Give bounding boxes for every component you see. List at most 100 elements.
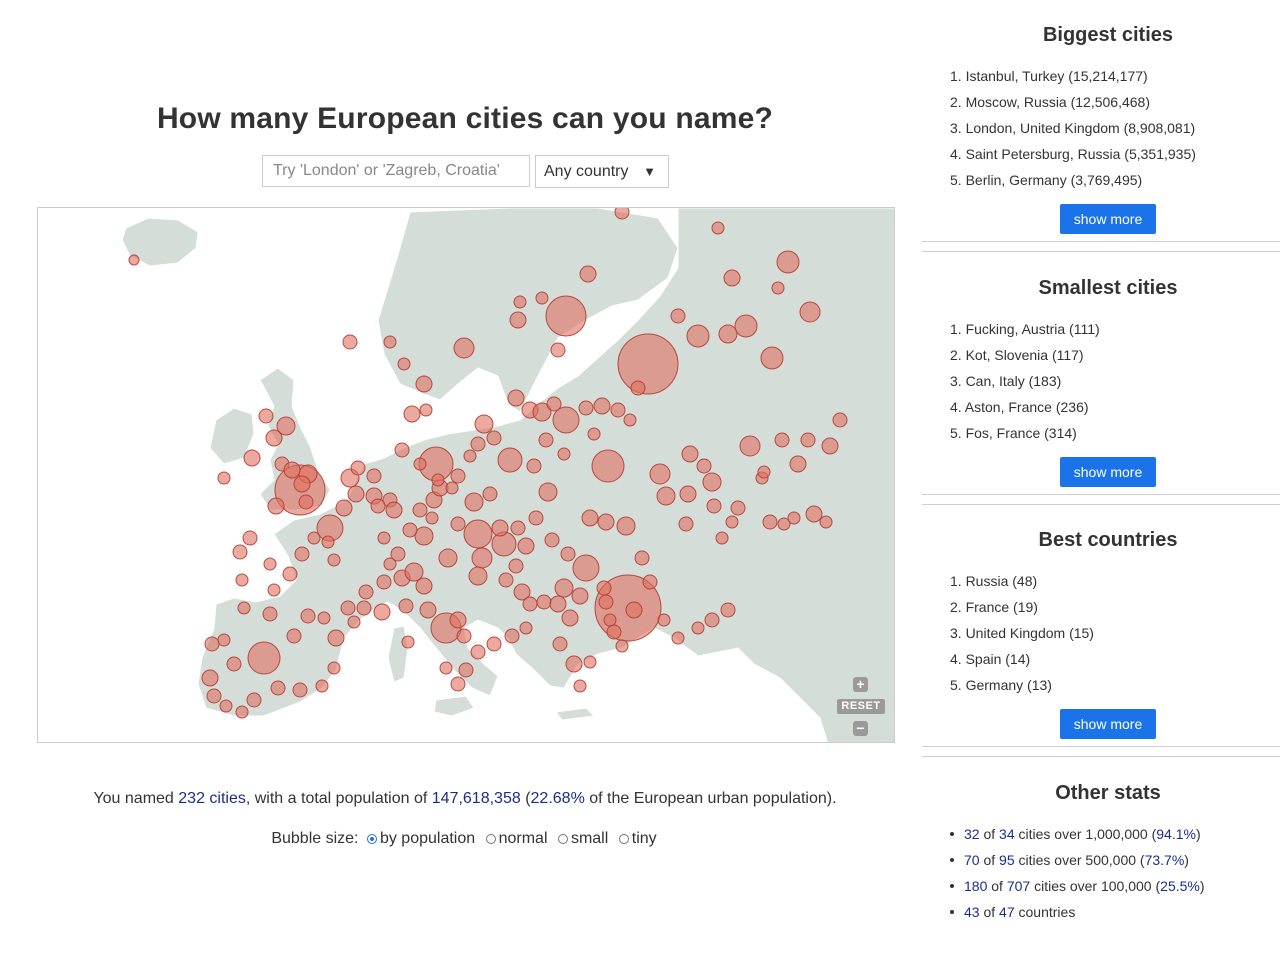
city-bubble[interactable] — [800, 432, 816, 448]
city-bubble[interactable] — [471, 547, 493, 569]
city-bubble[interactable] — [799, 301, 821, 323]
city-bubble[interactable] — [419, 403, 433, 417]
city-bubble[interactable] — [347, 615, 361, 629]
city-bubble[interactable] — [561, 609, 579, 627]
city-bubble[interactable] — [358, 584, 374, 600]
city-bubble[interactable] — [482, 486, 498, 502]
city-bubble[interactable] — [734, 314, 758, 338]
city-bubble[interactable] — [686, 324, 710, 348]
city-bubble[interactable] — [491, 531, 517, 557]
city-bubble[interactable] — [538, 432, 554, 448]
city-bubble[interactable] — [615, 639, 629, 653]
city-bubble[interactable] — [486, 636, 502, 652]
city-bubble[interactable] — [517, 537, 535, 555]
city-bubble[interactable] — [470, 644, 486, 660]
city-bubble[interactable] — [787, 511, 801, 525]
city-bubble[interactable] — [247, 641, 281, 675]
city-bubble[interactable] — [757, 465, 771, 479]
city-bubble[interactable] — [596, 580, 612, 596]
city-bubble[interactable] — [402, 522, 418, 538]
city-bubble[interactable] — [263, 557, 277, 571]
city-bubble[interactable] — [394, 442, 410, 458]
radio-tiny[interactable] — [618, 834, 629, 844]
city-bubble[interactable] — [413, 457, 427, 471]
city-bubble[interactable] — [258, 408, 274, 424]
city-bubble[interactable] — [204, 636, 220, 652]
city-bubble[interactable] — [347, 485, 365, 503]
city-bubble[interactable] — [282, 566, 298, 582]
city-bubble[interactable] — [642, 574, 658, 590]
zoom-in-button[interactable]: + — [853, 677, 868, 692]
city-bubble[interactable] — [715, 531, 729, 545]
europe-map[interactable]: + RESET − — [37, 207, 895, 743]
city-bubble[interactable] — [286, 628, 302, 644]
city-bubble[interactable] — [342, 334, 358, 350]
city-bubble[interactable] — [535, 291, 549, 305]
city-bubble[interactable] — [350, 460, 366, 476]
city-bubble[interactable] — [507, 389, 525, 407]
city-bubble[interactable] — [583, 655, 597, 669]
city-bubble[interactable] — [415, 577, 433, 595]
city-bubble[interactable] — [591, 449, 625, 483]
city-bubble[interactable] — [579, 265, 597, 283]
city-bubble[interactable] — [593, 397, 611, 415]
city-bubble[interactable] — [450, 676, 466, 692]
city-bubble[interactable] — [509, 311, 527, 329]
city-bubble[interactable] — [498, 572, 514, 588]
city-bubble[interactable] — [464, 492, 484, 512]
city-bubble[interactable] — [246, 692, 262, 708]
city-bubble[interactable] — [538, 482, 558, 502]
city-bubble[interactable] — [760, 346, 784, 370]
city-bubble[interactable] — [711, 221, 725, 235]
show-more-biggest-button[interactable]: show more — [1060, 204, 1156, 234]
city-bubble[interactable] — [235, 573, 249, 587]
city-bubble[interactable] — [267, 583, 281, 597]
city-bubble[interactable] — [219, 699, 233, 713]
city-bubble[interactable] — [671, 631, 685, 645]
city-bubble[interactable] — [217, 633, 231, 647]
city-bubble[interactable] — [526, 458, 542, 474]
city-bubble[interactable] — [832, 412, 848, 428]
city-bubble[interactable] — [554, 578, 574, 598]
city-bubble[interactable] — [805, 505, 823, 523]
city-bubble[interactable] — [217, 471, 231, 485]
city-bubble[interactable] — [510, 520, 526, 536]
city-bubble[interactable] — [560, 546, 576, 562]
city-bubble[interactable] — [366, 468, 382, 484]
city-bubble[interactable] — [237, 601, 251, 615]
city-bubble[interactable] — [453, 337, 475, 359]
city-bubble[interactable] — [327, 553, 341, 567]
city-bubble[interactable] — [771, 281, 785, 295]
city-bubble[interactable] — [415, 375, 433, 393]
city-bubble[interactable] — [610, 402, 626, 418]
city-bubble[interactable] — [656, 486, 676, 506]
city-bubble[interactable] — [776, 250, 800, 274]
city-bubble[interactable] — [819, 515, 833, 529]
city-bubble[interactable] — [327, 661, 341, 675]
city-bubble[interactable] — [571, 587, 589, 605]
city-bubble[interactable] — [463, 519, 493, 549]
city-bubble[interactable] — [376, 574, 392, 590]
city-bubble[interactable] — [614, 208, 630, 220]
city-bubble[interactable] — [549, 595, 567, 613]
city-bubble[interactable] — [657, 613, 671, 627]
city-bubble[interactable] — [691, 621, 705, 635]
city-bubble[interactable] — [706, 498, 722, 514]
city-bubble[interactable] — [425, 511, 439, 525]
radio-label-by-population[interactable]: by population — [380, 830, 475, 847]
city-bubble[interactable] — [419, 601, 437, 619]
city-bubble[interactable] — [789, 455, 807, 473]
city-bubble[interactable] — [463, 449, 477, 463]
city-bubble[interactable] — [226, 656, 242, 672]
city-bubble[interactable] — [370, 498, 386, 514]
city-bubble[interactable] — [546, 396, 562, 412]
city-bubble[interactable] — [578, 400, 594, 416]
reset-button[interactable]: RESET — [837, 699, 885, 714]
city-bubble[interactable] — [573, 679, 587, 693]
city-bubble[interactable] — [377, 531, 391, 545]
city-bubble[interactable] — [497, 447, 523, 473]
city-bubble[interactable] — [283, 461, 301, 479]
show-more-smallest-button[interactable]: show more — [1060, 457, 1156, 487]
city-bubble[interactable] — [513, 295, 527, 309]
city-bubble[interactable] — [445, 481, 459, 495]
